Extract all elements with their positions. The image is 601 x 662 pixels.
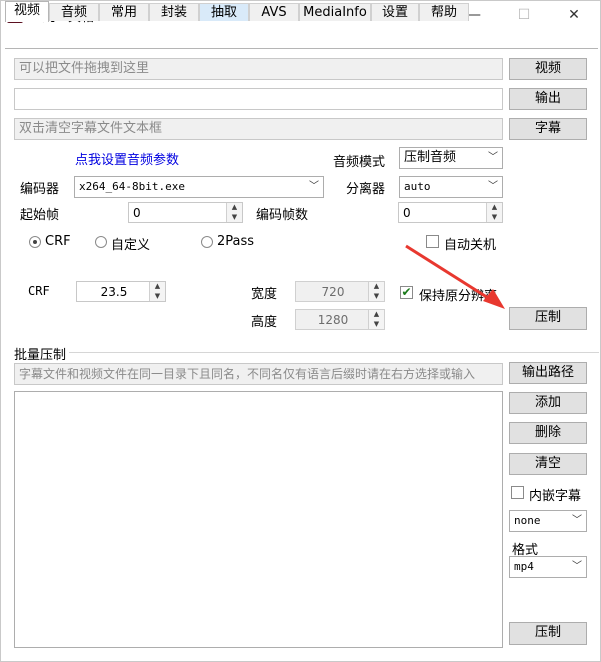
height-value: 1280 [317, 313, 349, 327]
output-path-button[interactable]: 输出路径 [509, 362, 587, 384]
encoder-value: x264_64-8bit.exe [79, 180, 185, 193]
encode-frames-stepper[interactable]: 0 ▲ ▼ [398, 202, 503, 223]
chevron-down-icon: ﹀ [572, 561, 582, 572]
audio-mode-label: 音频模式 [333, 155, 386, 170]
height-stepper[interactable]: 1280 ▲ ▼ [295, 309, 385, 330]
width-stepper[interactable]: 720 ▲ ▼ [295, 281, 385, 302]
subtitle-field[interactable]: 双击清空字幕文件文本框 [14, 118, 503, 140]
start-frame-value: 0 [133, 206, 141, 220]
start-frame-stepper[interactable]: 0 ▲ ▼ [128, 202, 243, 223]
add-button[interactable]: 添加 [509, 392, 587, 414]
spin-arrows-icon[interactable]: ▲ ▼ [226, 203, 242, 222]
tab-settings[interactable]: 设置 [371, 3, 419, 21]
chevron-down-icon: ﹀ [309, 181, 319, 192]
app-window: 丸 小丸工具箱 236 — ☐ ✕ 视频 音频 常用 封装 抽取 AVS Med… [0, 0, 601, 662]
tab-mediainfo[interactable]: MediaInfo [299, 3, 371, 21]
maximize-button[interactable]: ☐ [501, 1, 547, 29]
embed-subtitle-value: none [514, 514, 541, 527]
tab-audio[interactable]: 音频 [49, 3, 99, 21]
radio-2pass[interactable] [201, 236, 213, 248]
format-select[interactable]: mp4 ﹀ [509, 556, 587, 578]
compress-button[interactable]: 压制 [509, 307, 587, 330]
audio-settings-link[interactable]: 点我设置音频参数 [75, 149, 179, 168]
radio-2pass-label[interactable]: 2Pass [217, 234, 254, 249]
height-label: 高度 [251, 315, 278, 330]
delete-button[interactable]: 删除 [509, 422, 587, 444]
tab-common[interactable]: 常用 [99, 3, 149, 21]
spin-arrows-icon[interactable]: ▲ ▼ [149, 282, 165, 301]
batch-hint-field[interactable]: 字幕文件和视频文件在同一目录下且同名，不同名仅有语言后缀时请在右方选择或输入 [14, 363, 503, 385]
crf-value: 23.5 [100, 285, 128, 299]
start-frame-label: 起始帧 [20, 208, 60, 223]
batch-compress-button[interactable]: 压制 [509, 622, 587, 645]
batch-group-divider [69, 352, 599, 353]
radio-custom[interactable] [95, 236, 107, 248]
width-label: 宽度 [251, 287, 278, 302]
output-field[interactable] [14, 88, 503, 110]
video-button[interactable]: 视频 [509, 58, 587, 80]
radio-crf[interactable] [29, 236, 41, 248]
audio-mode-value: 压制音频 [404, 150, 457, 165]
chevron-down-icon: ﹀ [488, 181, 498, 192]
audio-mode-select[interactable]: 压制音频 ﹀ [399, 147, 503, 169]
splitter-label: 分离器 [346, 182, 386, 197]
batch-file-list[interactable] [14, 391, 503, 648]
annotation-arrow-icon [405, 244, 505, 309]
spin-arrows-icon[interactable]: ▲ ▼ [368, 282, 384, 301]
splitter-select[interactable]: auto ﹀ [399, 176, 503, 198]
crf-label: CRF [28, 284, 50, 298]
tab-divider [5, 48, 598, 49]
embed-subtitle-checkbox[interactable] [511, 486, 524, 499]
radio-crf-label[interactable]: CRF [45, 234, 71, 249]
chevron-down-icon: ﹀ [488, 152, 498, 163]
encode-frames-value: 0 [403, 206, 411, 220]
spin-arrows-icon[interactable]: ▲ ▼ [486, 203, 502, 222]
embed-subtitle-label[interactable]: 内嵌字幕 [529, 485, 581, 504]
subtitle-button[interactable]: 字幕 [509, 118, 587, 140]
radio-custom-label[interactable]: 自定义 [111, 234, 150, 253]
splitter-value: auto [404, 180, 431, 193]
tab-video[interactable]: 视频 [5, 1, 49, 22]
batch-group-title: 批量压制 [14, 348, 67, 363]
spin-arrows-icon[interactable]: ▲ ▼ [368, 310, 384, 329]
clear-button[interactable]: 清空 [509, 453, 587, 475]
output-button[interactable]: 输出 [509, 88, 587, 110]
tab-extract[interactable]: 抽取 [199, 3, 249, 21]
width-value: 720 [321, 285, 345, 299]
tab-mux[interactable]: 封装 [149, 3, 199, 21]
embed-subtitle-select[interactable]: none ﹀ [509, 510, 587, 532]
tab-avs[interactable]: AVS [249, 3, 299, 21]
encode-frames-label: 编码帧数 [256, 208, 309, 223]
encoder-label: 编码器 [20, 182, 60, 197]
crf-stepper[interactable]: 23.5 ▲ ▼ [76, 281, 166, 302]
tab-help[interactable]: 帮助 [419, 3, 469, 21]
encoder-select[interactable]: x264_64-8bit.exe ﹀ [74, 176, 324, 198]
chevron-down-icon: ﹀ [572, 515, 582, 526]
format-value: mp4 [514, 560, 534, 573]
video-drop-field[interactable]: 可以把文件拖拽到这里 [14, 58, 503, 80]
close-button[interactable]: ✕ [551, 1, 597, 29]
